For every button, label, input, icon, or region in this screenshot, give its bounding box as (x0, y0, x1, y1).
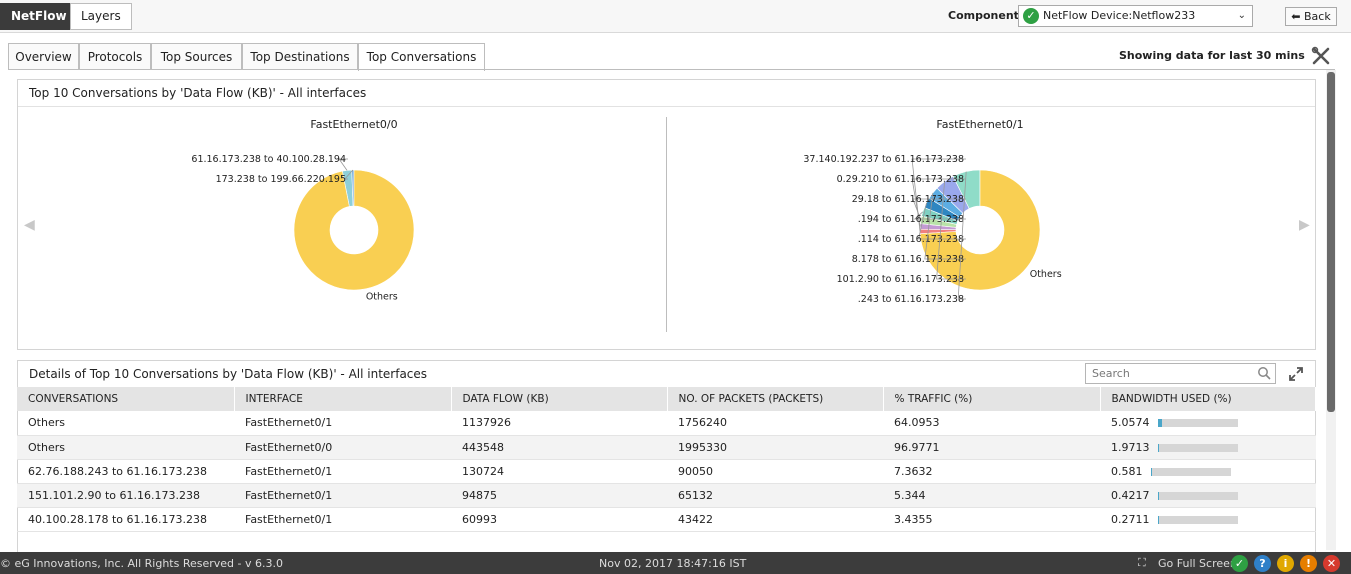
warning-icon[interactable]: ! (1300, 555, 1317, 572)
cell-interface: FastEthernet0/1 (234, 483, 451, 508)
cell-bandwidth: 1.9713 (1100, 435, 1316, 460)
pie-label: 173.238 to 199.66.220.195 (216, 174, 346, 185)
bandwidth-value: 0.581 (1111, 464, 1143, 478)
pie-label: .114 to 61.16.173.238 (858, 234, 964, 245)
scrollbar[interactable] (1326, 70, 1336, 550)
col-bandwidth[interactable]: BANDWIDTH USED (%) (1100, 387, 1316, 411)
col-interface[interactable]: INTERFACE (234, 387, 452, 411)
cell-conversation: Others (17, 435, 234, 460)
cell-packets: 65132 (667, 483, 883, 508)
bandwidth-bar-fill (1157, 491, 1159, 500)
status-ok-icon[interactable]: ✓ (1231, 555, 1248, 572)
col-traffic[interactable]: % TRAFFIC (%) (883, 387, 1101, 411)
cell-conversation: 62.76.188.243 to 61.16.173.238 (17, 459, 234, 484)
col-data-flow[interactable]: DATA FLOW (KB) (451, 387, 668, 411)
col-conversations[interactable]: CONVERSATIONS (17, 387, 235, 411)
cell-traffic: 96.9771 (883, 435, 1100, 460)
info-icon[interactable]: i (1277, 555, 1294, 572)
cell-traffic: 64.0953 (883, 411, 1100, 436)
cell-data-flow: 130724 (451, 459, 667, 484)
cell-data-flow: 94875 (451, 483, 667, 508)
footer-copyright: © eG Innovations, Inc. All Rights Reserv… (0, 557, 283, 570)
cell-data-flow: 443548 (451, 435, 667, 460)
help-icon[interactable]: ? (1254, 555, 1271, 572)
pie-label: 8.178 to 61.16.173.238 (852, 254, 964, 265)
pie-fe01: 37.140.192.237 to 61.16.173.238 0.29.210 … (803, 154, 1061, 305)
table-row[interactable]: 151.101.2.90 to 61.16.173.238 FastEtherne… (17, 483, 1316, 508)
cell-packets: 90050 (667, 459, 883, 484)
pie-label: 0.29.210 to 61.16.173.238 (837, 174, 964, 185)
cell-conversation: 40.100.28.178 to 61.16.173.238 (17, 507, 234, 532)
cell-data-flow: 1137926 (451, 411, 667, 436)
table-row[interactable]: 62.76.188.243 to 61.16.173.238 FastEthern… (17, 459, 1316, 484)
bandwidth-value: 0.2711 (1111, 512, 1150, 526)
pie-label: .243 to 61.16.173.238 (858, 294, 964, 305)
bandwidth-bar-fill (1157, 515, 1159, 524)
bandwidth-bar-fill (1150, 467, 1152, 476)
bandwidth-bar (1157, 491, 1238, 500)
cell-bandwidth: 5.0574 (1100, 411, 1316, 436)
pie-label: 61.16.173.238 to 40.100.28.194 (191, 154, 346, 165)
pie-slice[interactable] (293, 169, 415, 291)
bandwidth-value: 5.0574 (1111, 416, 1150, 430)
cell-bandwidth: 0.581 (1100, 459, 1316, 484)
bandwidth-value: 0.4217 (1111, 488, 1150, 502)
bandwidth-bar-fill (1157, 419, 1162, 428)
cell-traffic: 7.3632 (883, 459, 1100, 484)
bandwidth-bar-fill (1157, 443, 1160, 452)
col-packets[interactable]: NO. OF PACKETS (PACKETS) (667, 387, 884, 411)
conversations-table: CONVERSATIONS INTERFACE DATA FLOW (KB) N… (17, 387, 1316, 532)
footer-datetime: Nov 02, 2017 18:47:16 IST (599, 557, 747, 570)
pie-label: .194 to 61.16.173.238 (858, 214, 964, 225)
search-input[interactable]: Search (1085, 363, 1276, 384)
scrollbar-thumb[interactable] (1327, 72, 1335, 412)
pie-label: 101.2.90 to 61.16.173.238 (837, 274, 964, 285)
bandwidth-value: 1.9713 (1111, 440, 1150, 454)
fullscreen-icon[interactable]: ⛶ (1138, 556, 1146, 570)
cell-traffic: 3.4355 (883, 507, 1100, 532)
cell-traffic: 5.344 (883, 483, 1100, 508)
cell-bandwidth: 0.4217 (1100, 483, 1316, 508)
cell-bandwidth: 0.2711 (1100, 507, 1316, 532)
cell-conversation: Others (17, 411, 234, 436)
pie-fe00: 61.16.173.238 to 40.100.28.194 173.238 to… (191, 154, 415, 303)
bandwidth-bar (1150, 467, 1231, 476)
table-row[interactable]: Others FastEthernet0/1 1137926 1756240 64.09… (17, 411, 1316, 436)
cell-packets: 1995330 (667, 435, 883, 460)
table-row[interactable]: Others FastEthernet0/0 443548 1995330 96.977… (17, 435, 1316, 460)
cell-data-flow: 60993 (451, 507, 667, 532)
bandwidth-bar (1157, 443, 1238, 452)
search-placeholder: Search (1092, 367, 1130, 380)
cell-packets: 43422 (667, 507, 883, 532)
bandwidth-bar (1157, 515, 1238, 524)
cell-interface: FastEthernet0/1 (234, 507, 451, 532)
cell-interface: FastEthernet0/1 (234, 411, 451, 436)
table-header-row: CONVERSATIONS INTERFACE DATA FLOW (KB) N… (17, 387, 1316, 411)
cell-packets: 1756240 (667, 411, 883, 436)
search-icon[interactable] (1257, 366, 1271, 380)
table-panel-title: Details of Top 10 Conversations by 'Data… (29, 367, 428, 381)
footer: © eG Innovations, Inc. All Rights Reserv… (0, 552, 1351, 574)
bandwidth-bar (1157, 419, 1238, 428)
pie-label: 29.18 to 61.16.173.238 (852, 194, 964, 205)
cell-conversation: 151.101.2.90 to 61.16.173.238 (17, 483, 234, 508)
close-icon[interactable]: ✕ (1323, 555, 1340, 572)
cell-interface: FastEthernet0/0 (234, 435, 451, 460)
cell-interface: FastEthernet0/1 (234, 459, 451, 484)
fullscreen-link[interactable]: Go Full Screen (1158, 557, 1237, 570)
table-row[interactable]: 40.100.28.178 to 61.16.173.238 FastEthern… (17, 507, 1316, 532)
pie-label-others: Others (1030, 269, 1062, 280)
pie-label-others: Others (366, 292, 398, 303)
expand-icon[interactable] (1288, 366, 1304, 382)
pie-label: 37.140.192.237 to 61.16.173.238 (803, 154, 964, 165)
